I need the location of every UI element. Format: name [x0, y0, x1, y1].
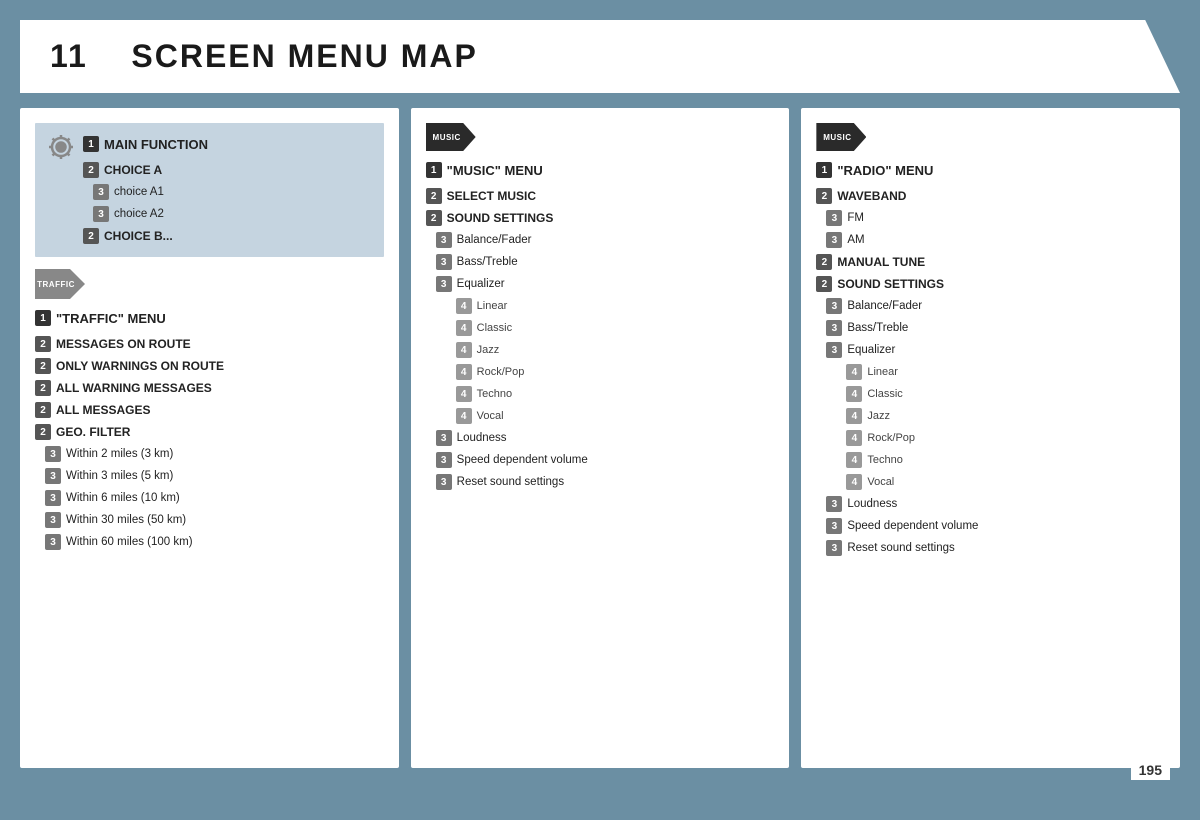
am: 3AM — [826, 229, 1165, 251]
manual-tune: 2MANUAL TUNE — [816, 251, 1165, 273]
choice-a-item: 2 CHOICE A — [83, 159, 208, 181]
page-number: 195 — [1131, 760, 1170, 780]
within-30-miles: 3Within 30 miles (50 km) — [45, 509, 384, 531]
music-panel: MUSIC 1 "MUSIC" MENU 2SELECT MUSIC 2SOUN… — [411, 108, 790, 768]
jazz-radio: 4Jazz — [846, 405, 1165, 427]
techno-music: 4Techno — [456, 383, 775, 405]
choice-a2-item: 3 choice A2 — [93, 203, 208, 225]
loudness-music: 3Loudness — [436, 427, 775, 449]
classic-music: 4Classic — [456, 317, 775, 339]
sound-settings-radio: 2SOUND SETTINGS — [816, 273, 1165, 295]
select-music: 2SELECT MUSIC — [426, 185, 775, 207]
traffic-section: TRAFFIC 1 "TRAFFIC" MENU 2MESSAGES ON RO… — [35, 269, 384, 553]
sound-settings-music: 2SOUND SETTINGS — [426, 207, 775, 229]
geo-filter: 2GEO. FILTER — [35, 421, 384, 443]
loudness-radio: 3Loudness — [826, 493, 1165, 515]
radio-menu-title: 1 "RADIO" MENU — [816, 159, 1165, 181]
all-warning-messages: 2ALL WARNING MESSAGES — [35, 377, 384, 399]
balance-fader-radio: 3Balance/Fader — [826, 295, 1165, 317]
traffic-menu-title: 1 "TRAFFIC" MENU — [35, 307, 384, 329]
choice-a1-item: 3 choice A1 — [93, 181, 208, 203]
choice-b-item: 2 CHOICE B... — [83, 225, 208, 247]
fm: 3FM — [826, 207, 1165, 229]
main-function-section: 1 MAIN FUNCTION 2 CHOICE A 3 choice A1 3… — [35, 123, 384, 257]
traffic-icon: TRAFFIC — [35, 269, 85, 299]
equalizer-radio: 3Equalizer — [826, 339, 1165, 361]
reset-sound-settings-radio: 3Reset sound settings — [826, 537, 1165, 559]
radio-icon: MUSIC — [816, 123, 866, 151]
page-header: 11 SCREEN MENU MAP — [20, 20, 1180, 93]
within-2-miles: 3Within 2 miles (3 km) — [45, 443, 384, 465]
messages-on-route: 2MESSAGES ON ROUTE — [35, 333, 384, 355]
speed-dependent-volume-music: 3Speed dependent volume — [436, 449, 775, 471]
techno-radio: 4Techno — [846, 449, 1165, 471]
bass-treble-music: 3Bass/Treble — [436, 251, 775, 273]
reset-sound-settings-music: 3Reset sound settings — [436, 471, 775, 493]
music-icon: MUSIC — [426, 123, 476, 151]
rockpop-radio: 4Rock/Pop — [846, 427, 1165, 449]
speed-dependent-volume-radio: 3Speed dependent volume — [826, 515, 1165, 537]
music-menu-title: 1 "MUSIC" MENU — [426, 159, 775, 181]
equalizer-music: 3Equalizer — [436, 273, 775, 295]
rockpop-music: 4Rock/Pop — [456, 361, 775, 383]
all-messages: 2ALL MESSAGES — [35, 399, 384, 421]
left-panel: 1 MAIN FUNCTION 2 CHOICE A 3 choice A1 3… — [20, 108, 399, 768]
only-warnings-on-route: 2ONLY WARNINGS ON ROUTE — [35, 355, 384, 377]
within-3-miles: 3Within 3 miles (5 km) — [45, 465, 384, 487]
gear-icon — [47, 133, 75, 161]
within-6-miles: 3Within 6 miles (10 km) — [45, 487, 384, 509]
classic-radio: 4Classic — [846, 383, 1165, 405]
vocal-music: 4Vocal — [456, 405, 775, 427]
waveband: 2WAVEBAND — [816, 185, 1165, 207]
main-function-item: 1 MAIN FUNCTION — [83, 133, 208, 155]
bass-treble-radio: 3Bass/Treble — [826, 317, 1165, 339]
linear-music: 4Linear — [456, 295, 775, 317]
within-60-miles: 3Within 60 miles (100 km) — [45, 531, 384, 553]
jazz-music: 4Jazz — [456, 339, 775, 361]
radio-panel: MUSIC 1 "RADIO" MENU 2WAVEBAND 3FM 3AM 2… — [801, 108, 1180, 768]
page-title: 11 SCREEN MENU MAP — [50, 38, 1150, 75]
vocal-radio: 4Vocal — [846, 471, 1165, 493]
balance-fader-music: 3Balance/Fader — [436, 229, 775, 251]
linear-radio: 4Linear — [846, 361, 1165, 383]
